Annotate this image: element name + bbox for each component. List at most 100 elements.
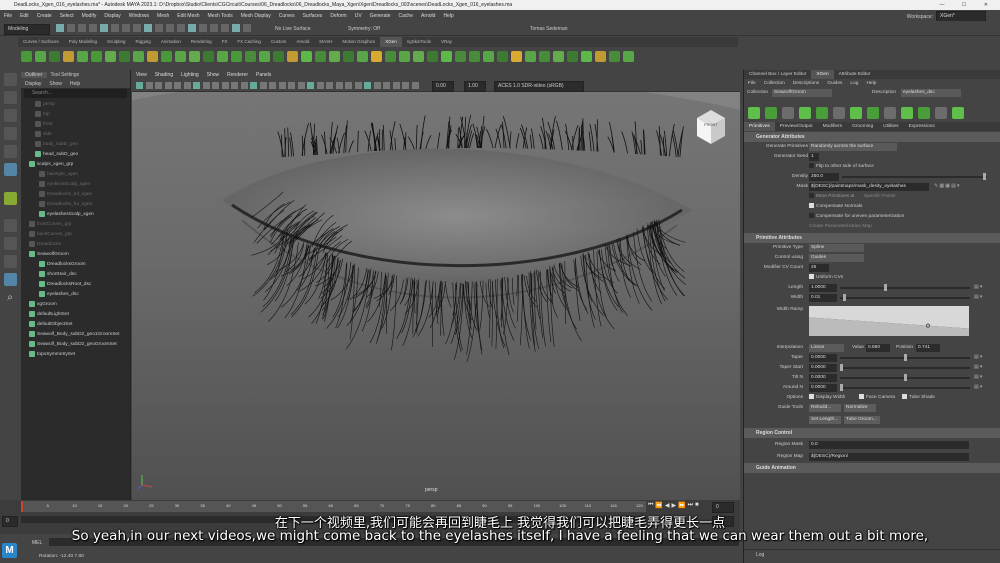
shelf-tool-icon[interactable] [21, 50, 32, 62]
density-slider[interactable] [842, 176, 987, 178]
status-tool-icon[interactable] [177, 24, 185, 32]
collection-dropdown[interactable]: SeawolfGroom [772, 89, 832, 97]
around-n-field[interactable]: 0.0000 [809, 384, 837, 392]
display-width-checkbox[interactable]: Display Width [809, 393, 845, 403]
mask-field[interactable]: ${DESC}/paintmaps/mask_desity_eyelashes [809, 183, 929, 191]
viewport-tool-icon[interactable] [183, 82, 191, 89]
width-field[interactable]: 0.01 [809, 294, 837, 302]
xgen-menu-guides[interactable]: Guides [823, 81, 846, 86]
status-tool-icon[interactable] [111, 24, 119, 32]
xgen-tool-icon[interactable] [799, 107, 811, 119]
normalize-button[interactable]: Normalize [844, 404, 876, 412]
status-tool-icon[interactable] [144, 24, 152, 32]
outliner-menu-help[interactable]: Help [66, 81, 84, 87]
viewport-tool-icon[interactable] [193, 82, 200, 89]
around-n-tool-icons[interactable]: ▤ ▾ [974, 383, 982, 393]
status-icons[interactable] [56, 24, 254, 32]
shelf-tab-poly-modeling[interactable]: Poly Modeling [64, 37, 102, 47]
xgen-subtab-expressions[interactable]: Expressions [904, 122, 940, 131]
outliner-search[interactable]: Search... [24, 89, 127, 98]
region-mask-field[interactable]: 0.0 [809, 441, 969, 449]
outliner-item[interactable]: Seawolf_Body_subD2_geoGroomSet [21, 340, 130, 350]
xgen-menu-log[interactable]: Log [846, 81, 862, 86]
xgen-tool-icon[interactable] [816, 107, 828, 119]
length-field[interactable]: 1.0000 [809, 284, 837, 292]
single-view-icon[interactable] [3, 219, 17, 232]
viewport-menu-lighting[interactable]: Lighting [181, 72, 199, 78]
shelf-tool-icon[interactable] [161, 50, 172, 62]
menu-surfaces[interactable]: Surfaces [303, 13, 323, 19]
generate-primitives-dropdown[interactable]: Randomly across the surface [809, 143, 897, 151]
shelf-tool-icon[interactable] [385, 50, 396, 62]
shelf-tab-mash[interactable]: MASH [314, 37, 337, 47]
shelf-tool-icon[interactable] [553, 50, 564, 62]
tab-tool-settings[interactable]: Tool Settings [47, 72, 84, 78]
shelf-tool-icon[interactable] [91, 50, 102, 62]
viewport-tool-icon[interactable] [297, 82, 305, 89]
viewport-tool-icon[interactable] [136, 82, 143, 89]
viewport-tool-icon[interactable] [278, 82, 286, 89]
outliner-item[interactable]: Dreadlocks_fur_xgen [21, 200, 130, 210]
tube-shade-checkbox[interactable]: Tube Shade [902, 393, 935, 403]
shelf-tab-fx[interactable]: FX [217, 37, 233, 47]
viewport-menu-panels[interactable]: Panels [256, 72, 271, 78]
outliner-item[interactable]: defaultLightSet [21, 310, 130, 320]
status-tool-icon[interactable] [188, 24, 196, 32]
status-tool-icon[interactable] [100, 24, 108, 32]
set-length-button[interactable]: Set Length... [809, 416, 841, 424]
xgen-tool-icon[interactable] [850, 107, 862, 119]
primitive-type-dropdown[interactable]: Spline [809, 244, 864, 252]
xgen-tool-icon[interactable] [782, 107, 794, 119]
viewport-icons[interactable] [136, 82, 421, 89]
shelf-tab-custom[interactable]: Custom [266, 37, 292, 47]
width-slider-handle[interactable] [842, 294, 846, 301]
specific-points-button[interactable]: Specific Points [864, 192, 895, 202]
menu-mesh-tools[interactable]: Mesh Tools [208, 13, 233, 19]
viewport-tool-icon[interactable] [345, 82, 352, 89]
menu-generate[interactable]: Generate [370, 13, 391, 19]
taper-slider-handle[interactable] [903, 354, 907, 361]
menu-uv[interactable]: UV [355, 13, 362, 19]
shelf-tool-icon[interactable] [175, 50, 186, 62]
guide-animation-section[interactable]: Guide Animation [744, 463, 1000, 473]
rotate-tool-icon[interactable] [3, 145, 17, 158]
viewport-tool-icon[interactable] [316, 82, 324, 89]
outliner-item[interactable]: eyebrowScalp_xgen [21, 180, 130, 190]
xgen-tool-icon[interactable] [3, 192, 17, 205]
outliner-item[interactable]: side [21, 130, 130, 140]
shelf-tab-ngskintools[interactable]: ngSkinTools [402, 37, 436, 47]
viewport-tool-icon[interactable] [383, 82, 390, 89]
taper-start-slider[interactable] [840, 367, 970, 369]
window-controls[interactable]: — ☐ ✕ [940, 0, 996, 10]
viewport-tool-icon[interactable] [373, 82, 381, 89]
outliner-item[interactable]: Seawolf_Body_subD2_geo1GroomSet [21, 330, 130, 340]
xgen-tool-icon[interactable] [748, 107, 760, 119]
region-section[interactable]: Region Control [744, 428, 1000, 438]
move-tool-icon[interactable] [3, 127, 17, 140]
xgen-tool-icon[interactable] [833, 107, 845, 119]
four-view-icon[interactable] [3, 237, 17, 250]
shelf-tool-icon[interactable] [595, 50, 606, 62]
create-param-map-button[interactable]: Create Parameterization Map [809, 222, 872, 232]
xgen-subtab-modifiers[interactable]: Modifiers [818, 122, 847, 131]
viewport-tool-icon[interactable] [164, 82, 172, 89]
rebuild-button[interactable]: Rebuild... [809, 404, 841, 412]
viewport-tool-icon[interactable] [155, 82, 162, 89]
status-tool-icon[interactable] [122, 24, 130, 32]
shelf-tool-icon[interactable] [63, 50, 74, 62]
xgen-tool-icon[interactable] [918, 107, 930, 119]
shelf-tab-sculpting[interactable]: Sculpting [102, 37, 131, 47]
tab-attribute-editor[interactable]: Attribute Editor [834, 70, 876, 79]
xgen-tool-icon[interactable] [952, 107, 964, 119]
shelf-tool-icon[interactable] [483, 50, 494, 62]
xgen-subtab-primitives[interactable]: Primitives [744, 122, 775, 131]
status-tool-icon[interactable] [243, 24, 251, 32]
width-slider[interactable] [840, 297, 970, 299]
viewport-tool-icon[interactable] [174, 82, 181, 89]
xgen-subtab-utilities[interactable]: Utilities [878, 122, 903, 131]
menu-modify[interactable]: Modify [82, 13, 97, 19]
outliner-menu-display[interactable]: Display [21, 81, 45, 87]
shelf-tool-icon[interactable] [511, 50, 522, 62]
taper-start-field[interactable]: 0.0000 [809, 364, 837, 372]
viewport-tool-icon[interactable] [326, 82, 333, 89]
